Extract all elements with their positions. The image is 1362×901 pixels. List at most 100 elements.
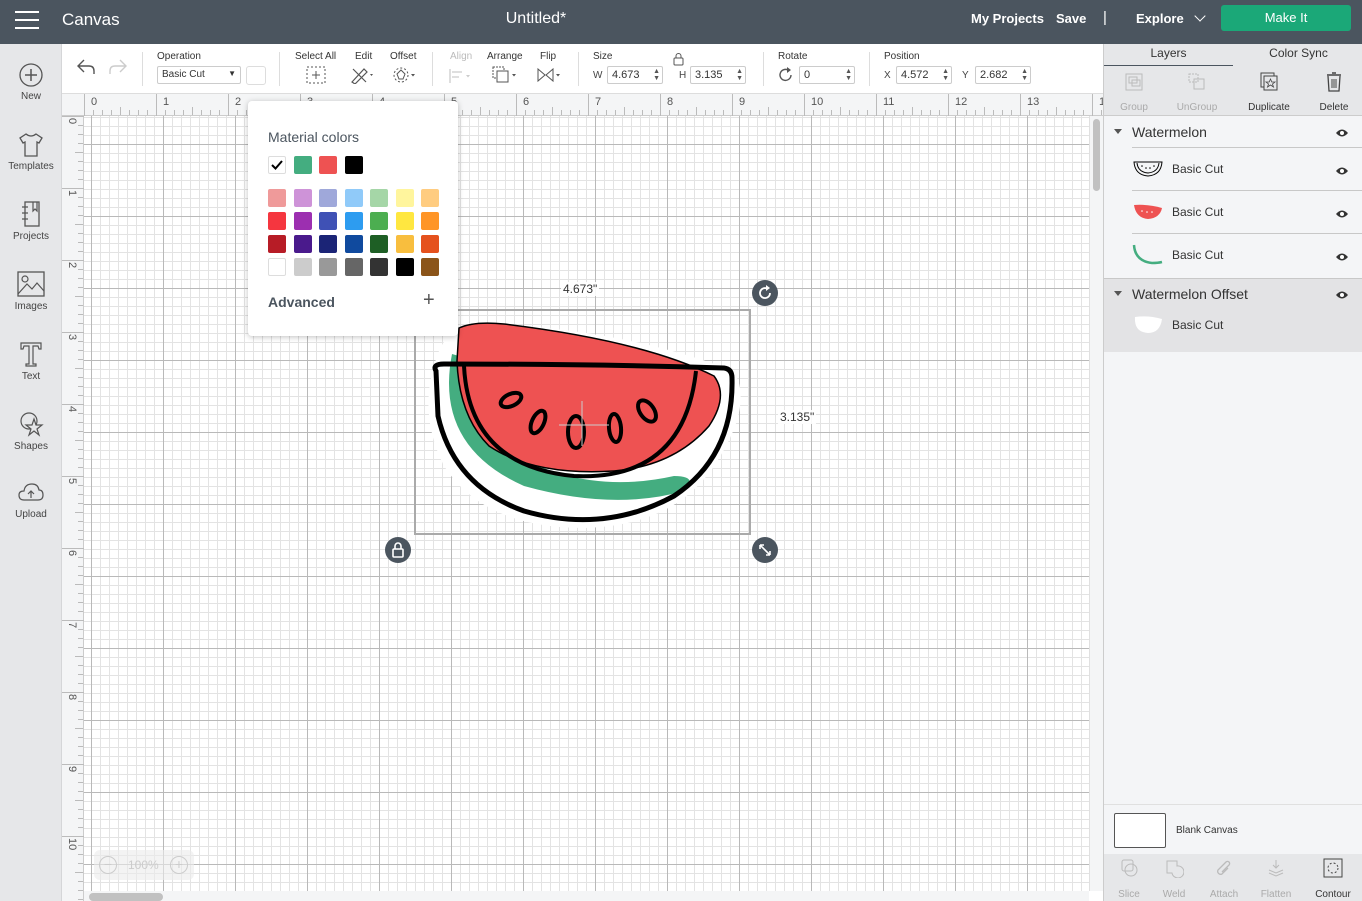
eye-icon[interactable]	[1335, 128, 1349, 138]
scrollbar-thumb[interactable]	[1093, 119, 1100, 191]
palette-color-swatch[interactable]	[293, 235, 312, 253]
palette-color-swatch[interactable]	[421, 212, 439, 230]
palette-color-swatch[interactable]	[370, 212, 388, 230]
eye-icon[interactable]	[1335, 166, 1349, 176]
slice-button[interactable]: Slice	[1104, 858, 1154, 900]
palette-color-swatch[interactable]	[344, 189, 363, 207]
resize-handle[interactable]	[752, 537, 778, 563]
palette-color-swatch[interactable]	[268, 258, 286, 276]
rotate-handle[interactable]	[752, 280, 778, 306]
advanced-toggle[interactable]: Advanced	[268, 294, 335, 310]
height-input[interactable]: 3.135 ▲ ▼	[690, 66, 746, 84]
watermelon-artwork[interactable]	[414, 316, 754, 536]
flatten-button[interactable]: Flatten	[1251, 858, 1301, 900]
palette-color-swatch[interactable]	[268, 235, 286, 253]
material-color-swatch[interactable]	[319, 156, 337, 174]
edit-tools-icon[interactable]	[350, 66, 376, 84]
make-it-button[interactable]: Make It	[1221, 5, 1351, 31]
arrange-icon[interactable]	[492, 66, 520, 84]
design-canvas[interactable]: 4.673" 3.135"	[84, 116, 1089, 891]
lock-aspect-icon[interactable]	[672, 52, 686, 66]
eye-icon[interactable]	[1335, 252, 1349, 262]
attach-button[interactable]: Attach	[1199, 858, 1249, 900]
rotate-input[interactable]: 0 ▲ ▼	[799, 66, 855, 84]
redo-icon[interactable]	[108, 58, 128, 76]
palette-color-swatch[interactable]	[344, 212, 363, 230]
offset-icon[interactable]	[392, 66, 418, 84]
material-color-swatch[interactable]	[344, 156, 363, 174]
sidebar-item-text[interactable]: Text	[0, 340, 62, 382]
palette-color-swatch[interactable]	[370, 258, 388, 276]
stepper-icon[interactable]: ▲ ▼	[653, 68, 660, 82]
collapse-triangle-icon[interactable]	[1114, 129, 1122, 134]
stepper-icon[interactable]: ▲ ▼	[942, 68, 949, 82]
undo-icon[interactable]	[76, 58, 96, 76]
horizontal-scrollbar[interactable]	[84, 891, 1089, 901]
palette-color-swatch[interactable]	[395, 212, 414, 230]
layer-group-watermelon[interactable]: Watermelon Basic Cut Basic Cut Basic Cut	[1104, 117, 1362, 276]
palette-color-swatch[interactable]	[395, 258, 414, 276]
sidebar-item-shapes[interactable]: Shapes	[0, 410, 62, 452]
layer-group-watermelon-offset[interactable]: Watermelon Offset Basic Cut	[1104, 278, 1362, 352]
palette-color-swatch[interactable]	[344, 258, 363, 276]
weld-button[interactable]: Weld	[1149, 858, 1199, 900]
layer-row[interactable]: Basic Cut	[1132, 190, 1362, 233]
contour-button[interactable]: Contour	[1308, 858, 1358, 900]
palette-color-swatch[interactable]	[268, 212, 286, 230]
plus-icon[interactable]: +	[423, 289, 435, 312]
palette-color-swatch[interactable]	[421, 258, 439, 276]
sidebar-item-projects[interactable]: Projects	[0, 200, 62, 242]
lock-handle[interactable]	[385, 537, 411, 563]
sidebar-item-images[interactable]: Images	[0, 270, 62, 312]
sidebar-item-new[interactable]: New	[0, 62, 62, 102]
vertical-scrollbar[interactable]	[1089, 116, 1103, 891]
blank-canvas-thumbnail[interactable]	[1114, 813, 1166, 848]
width-input[interactable]: 4.673 ▲ ▼	[607, 66, 663, 84]
collapse-triangle-icon[interactable]	[1114, 291, 1122, 296]
layer-row[interactable]: Basic Cut	[1132, 147, 1362, 190]
material-color-swatch[interactable]	[293, 156, 312, 174]
blank-canvas-row[interactable]: Blank Canvas	[1104, 804, 1362, 854]
operation-select[interactable]: Basic Cut ▼	[157, 66, 241, 84]
palette-color-swatch[interactable]	[344, 235, 363, 253]
save-button[interactable]: Save	[1056, 11, 1086, 26]
stepper-icon[interactable]: ▲ ▼	[1021, 68, 1028, 82]
palette-color-swatch[interactable]	[319, 235, 337, 253]
flip-icon[interactable]	[536, 66, 564, 84]
group-button[interactable]: Group	[1104, 70, 1164, 113]
tab-color-sync[interactable]: Color Sync	[1234, 46, 1362, 60]
stepper-icon[interactable]: ▲ ▼	[736, 68, 743, 82]
palette-color-swatch[interactable]	[293, 212, 312, 230]
duplicate-button[interactable]: Duplicate	[1239, 70, 1299, 113]
palette-color-swatch[interactable]	[370, 235, 388, 253]
palette-color-swatch[interactable]	[293, 258, 312, 276]
palette-color-swatch[interactable]	[421, 189, 439, 207]
eye-icon[interactable]	[1335, 290, 1349, 300]
x-position-input[interactable]: 4.572 ▲ ▼	[896, 66, 952, 84]
palette-color-swatch[interactable]	[268, 189, 286, 207]
palette-color-swatch[interactable]	[319, 189, 337, 207]
palette-color-swatch[interactable]	[370, 189, 388, 207]
zoom-in-button[interactable]: +	[170, 856, 188, 874]
material-color-swatch[interactable]	[246, 66, 266, 85]
ungroup-button[interactable]: UnGroup	[1167, 70, 1227, 113]
eye-icon[interactable]	[1335, 209, 1349, 219]
sidebar-item-upload[interactable]: Upload	[0, 480, 62, 520]
palette-color-swatch[interactable]	[421, 235, 439, 253]
material-color-swatch[interactable]	[268, 156, 286, 174]
explore-dropdown[interactable]: Explore	[1136, 10, 1206, 26]
palette-color-swatch[interactable]	[319, 212, 337, 230]
layer-row[interactable]: Basic Cut	[1132, 309, 1362, 352]
sidebar-item-templates[interactable]: Templates	[0, 132, 62, 172]
palette-color-swatch[interactable]	[395, 189, 414, 207]
zoom-out-button[interactable]: −	[99, 856, 117, 874]
delete-button[interactable]: Delete	[1304, 70, 1362, 113]
select-all-icon[interactable]	[306, 66, 326, 84]
palette-color-swatch[interactable]	[395, 235, 414, 253]
palette-color-swatch[interactable]	[293, 189, 312, 207]
palette-color-swatch[interactable]	[319, 258, 337, 276]
scrollbar-thumb[interactable]	[89, 893, 163, 901]
stepper-icon[interactable]: ▲ ▼	[845, 68, 852, 82]
my-projects-link[interactable]: My Projects	[971, 11, 1044, 26]
tab-layers[interactable]: Layers	[1104, 46, 1233, 66]
